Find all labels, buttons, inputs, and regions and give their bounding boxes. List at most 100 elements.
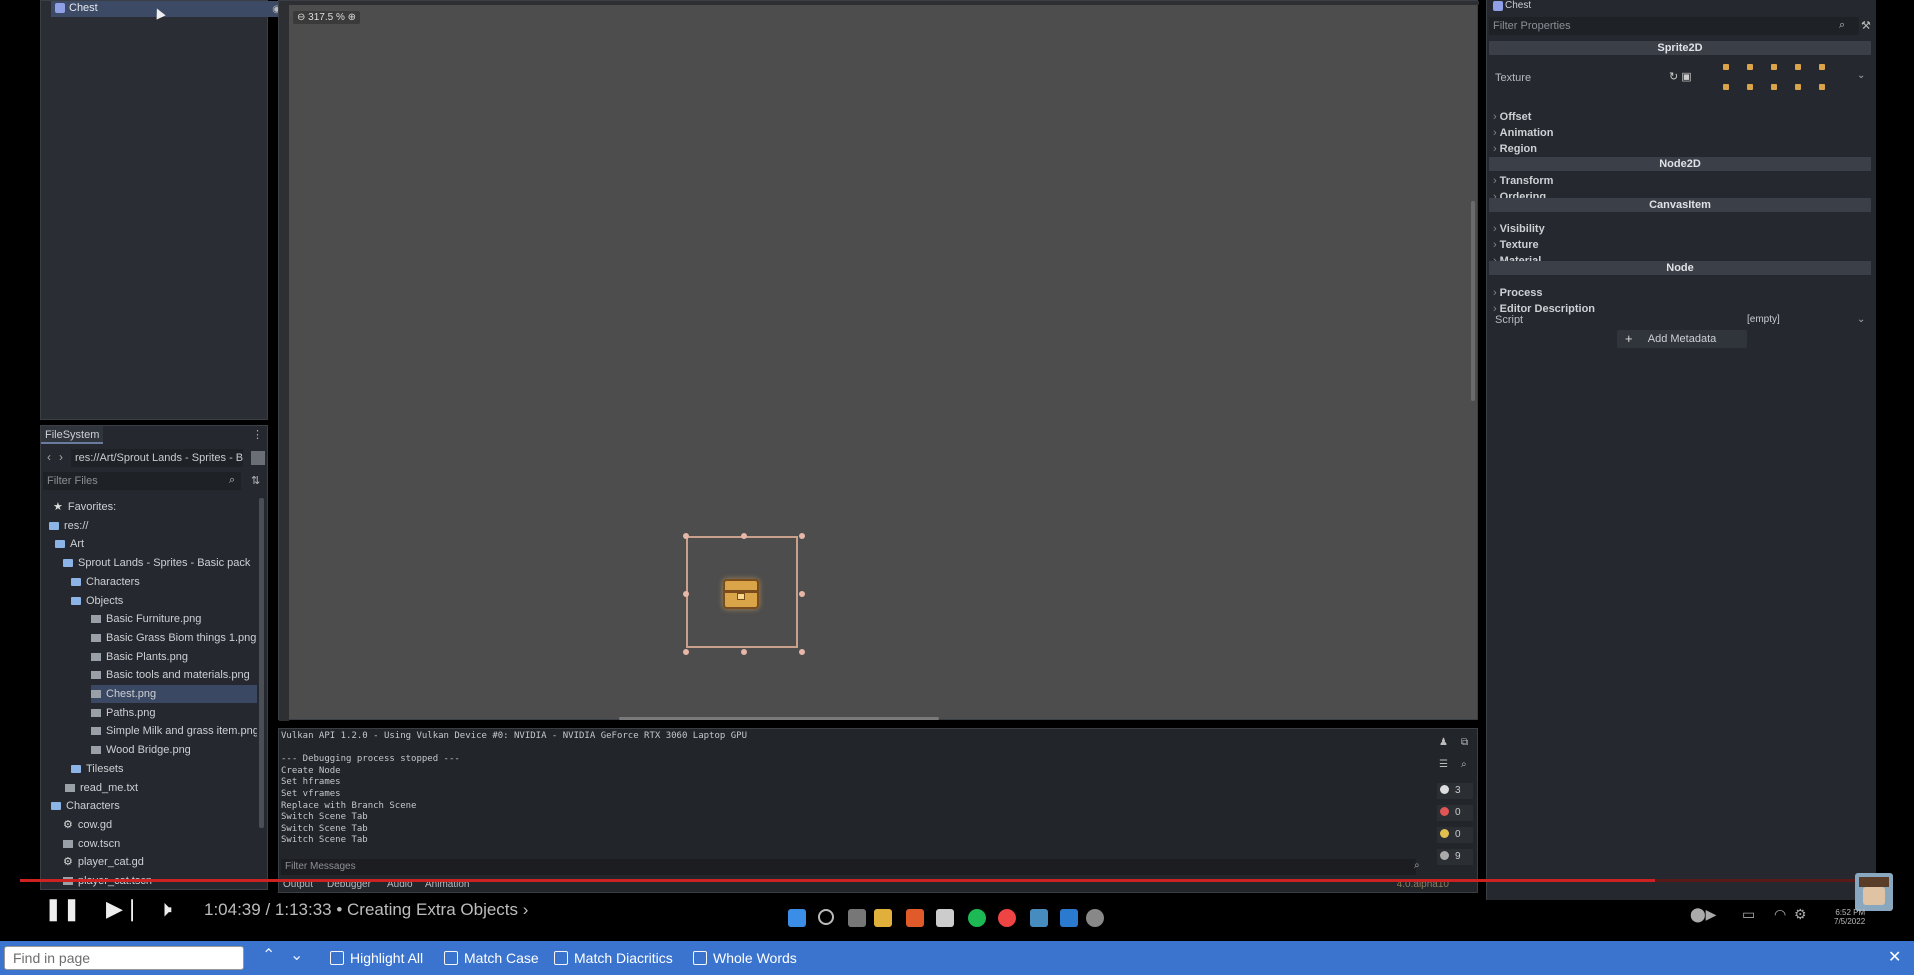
info-counter[interactable]: 9 [1437, 849, 1473, 865]
sort-icon[interactable]: ⇅ [251, 474, 260, 487]
filesystem-scrollbar[interactable] [259, 498, 264, 828]
app-icon[interactable] [936, 909, 954, 927]
property-region[interactable]: › Region [1493, 142, 1537, 156]
file-tree-item[interactable]: Basic Plants.png [91, 648, 188, 666]
resize-handle[interactable] [799, 591, 805, 597]
zoom-control[interactable]: ⊖ 317.5 % ⊕ [293, 11, 361, 24]
zoom-out-icon[interactable]: ⊖ [297, 12, 305, 23]
resize-handle[interactable] [683, 591, 689, 597]
vscode-icon[interactable] [1060, 909, 1078, 927]
gear-icon[interactable]: ⚙ [1794, 906, 1807, 923]
find-icon[interactable]: ⌕ [1461, 759, 1467, 770]
viewport-vertical-scrollbar[interactable] [1471, 201, 1475, 401]
clear-output-icon[interactable]: ♟ [1439, 737, 1448, 748]
property-animation[interactable]: › Animation [1493, 126, 1553, 140]
back-icon[interactable]: ‹ [47, 450, 51, 464]
godot-icon[interactable] [1030, 909, 1048, 927]
file-tree-item[interactable]: read_me.txt [65, 779, 138, 797]
script-property[interactable]: Script [empty] ⌄ [1489, 312, 1871, 328]
property-texture[interactable]: › Texture [1493, 238, 1539, 252]
autoplay-toggle-icon[interactable]: ⬤▶ [1690, 906, 1716, 923]
property-process[interactable]: › Process [1493, 286, 1542, 300]
resize-handle[interactable] [683, 649, 689, 655]
message-counter[interactable]: 3 [1437, 783, 1473, 799]
file-tree-item[interactable]: Basic tools and materials.png [91, 666, 250, 684]
script-value[interactable]: [empty] [1747, 312, 1780, 328]
resize-handle[interactable] [741, 649, 747, 655]
match-diacritics-checkbox[interactable]: Match Diacritics [554, 950, 673, 966]
file-tree-item[interactable]: Art [55, 535, 84, 553]
clock[interactable]: 6:52 PM 7/5/2022 [1834, 908, 1865, 926]
property-offset[interactable]: › Offset [1493, 110, 1531, 124]
chest-sprite-selection[interactable] [683, 533, 805, 655]
wifi-icon[interactable]: ◠ [1774, 906, 1786, 923]
error-counter[interactable]: 0 [1437, 805, 1473, 821]
file-explorer-icon[interactable] [874, 909, 892, 927]
section-canvasitem: CanvasItem [1489, 198, 1871, 212]
file-tree-item[interactable]: ★ Favorites: [53, 498, 116, 516]
volume-icon[interactable]: 🕨 [158, 896, 172, 922]
highlight-all-checkbox[interactable]: Highlight All [330, 950, 423, 966]
zoom-level[interactable]: 317.5 % [308, 12, 345, 23]
scene-node-chest[interactable]: Chest ◉ [51, 1, 287, 17]
forward-icon[interactable]: › [59, 450, 63, 464]
file-tree-item[interactable]: Wood Bridge.png [91, 741, 191, 759]
captions-icon[interactable]: ▭ [1742, 906, 1755, 923]
find-input[interactable]: Find in page [4, 946, 244, 970]
obs-icon[interactable] [998, 909, 1016, 927]
image-file-icon [91, 671, 101, 680]
scene-node-label: Chest [69, 2, 98, 14]
whole-words-checkbox[interactable]: Whole Words [693, 950, 797, 966]
viewport-horizontal-scrollbar[interactable] [619, 717, 939, 720]
add-metadata-button[interactable]: + Add Metadata [1617, 330, 1747, 348]
file-tree-item[interactable]: Basic Furniture.png [91, 610, 201, 628]
copy-icon[interactable]: ⧉ [1461, 737, 1468, 748]
warning-counter[interactable]: 0 [1437, 827, 1473, 843]
file-tree-item[interactable]: res:// [49, 517, 88, 535]
filter-messages-input[interactable]: Filter Messages [281, 859, 1416, 875]
brave-browser-icon[interactable] [906, 909, 924, 927]
file-tree-label: cow.gd [77, 818, 113, 831]
property-transform[interactable]: › Transform [1493, 174, 1553, 188]
file-tree-label: Paths.png [106, 706, 156, 719]
output-line: Create Node [281, 765, 341, 776]
chevron-down-icon[interactable]: ⌄ [1857, 312, 1865, 328]
file-tree-item[interactable]: Sprout Lands - Sprites - Basic pack [63, 554, 250, 572]
file-tree-item[interactable]: ⚙ cow.gd [63, 816, 112, 834]
resize-handle[interactable] [799, 649, 805, 655]
property-visibility[interactable]: › Visibility [1493, 222, 1545, 236]
canvas-viewport[interactable]: ⊖ 317.5 % ⊕ [278, 0, 1479, 721]
file-tree-item[interactable]: ⚙ player_cat.gd [63, 853, 144, 871]
settings-icon[interactable] [1086, 909, 1104, 927]
file-tree-item[interactable]: Paths.png [91, 704, 156, 722]
file-tree-item[interactable]: Simple Milk and grass item.png [91, 722, 257, 740]
split-view-icon[interactable] [251, 451, 265, 465]
file-tree-item[interactable]: Objects [71, 592, 123, 610]
path-field[interactable]: res://Art/Sprout Lands - Sprites - B [71, 449, 243, 467]
dock-menu-icon[interactable]: ⋮ [252, 428, 263, 441]
file-tree-item[interactable]: cow.tscn [63, 835, 120, 853]
match-case-checkbox[interactable]: Match Case [444, 950, 539, 966]
spotify-icon[interactable] [968, 909, 986, 927]
search-icon[interactable] [818, 909, 834, 925]
next-icon[interactable]: ▶❘ [106, 896, 141, 922]
resize-handle[interactable] [683, 533, 689, 539]
resize-handle[interactable] [741, 533, 747, 539]
filter-files-input[interactable]: Filter Files [43, 472, 241, 490]
file-tree-item[interactable]: Characters [51, 797, 120, 815]
file-tree-item[interactable]: Basic Grass Biom things 1.png [91, 629, 256, 647]
resize-handle[interactable] [799, 533, 805, 539]
find-next-icon[interactable]: ⌄ [290, 945, 303, 965]
filesystem-tab[interactable]: FileSystem [41, 426, 103, 444]
file-tree-item[interactable]: Characters [71, 573, 140, 591]
find-previous-icon[interactable]: ⌃ [262, 945, 275, 965]
zoom-in-icon[interactable]: ⊕ [348, 12, 356, 23]
windows-start-icon[interactable] [788, 909, 806, 927]
close-icon[interactable]: ✕ [1888, 947, 1901, 967]
pause-icon[interactable]: ❚❚ [44, 896, 81, 922]
collapse-icon[interactable]: ☰ [1439, 759, 1448, 770]
file-tree-item[interactable]: Chest.png [91, 685, 257, 703]
file-tree-item[interactable]: Tilesets [71, 760, 124, 778]
task-view-icon[interactable] [848, 909, 866, 927]
video-time[interactable]: 1:04:39 / 1:13:33 • Creating Extra Objec… [204, 900, 528, 920]
